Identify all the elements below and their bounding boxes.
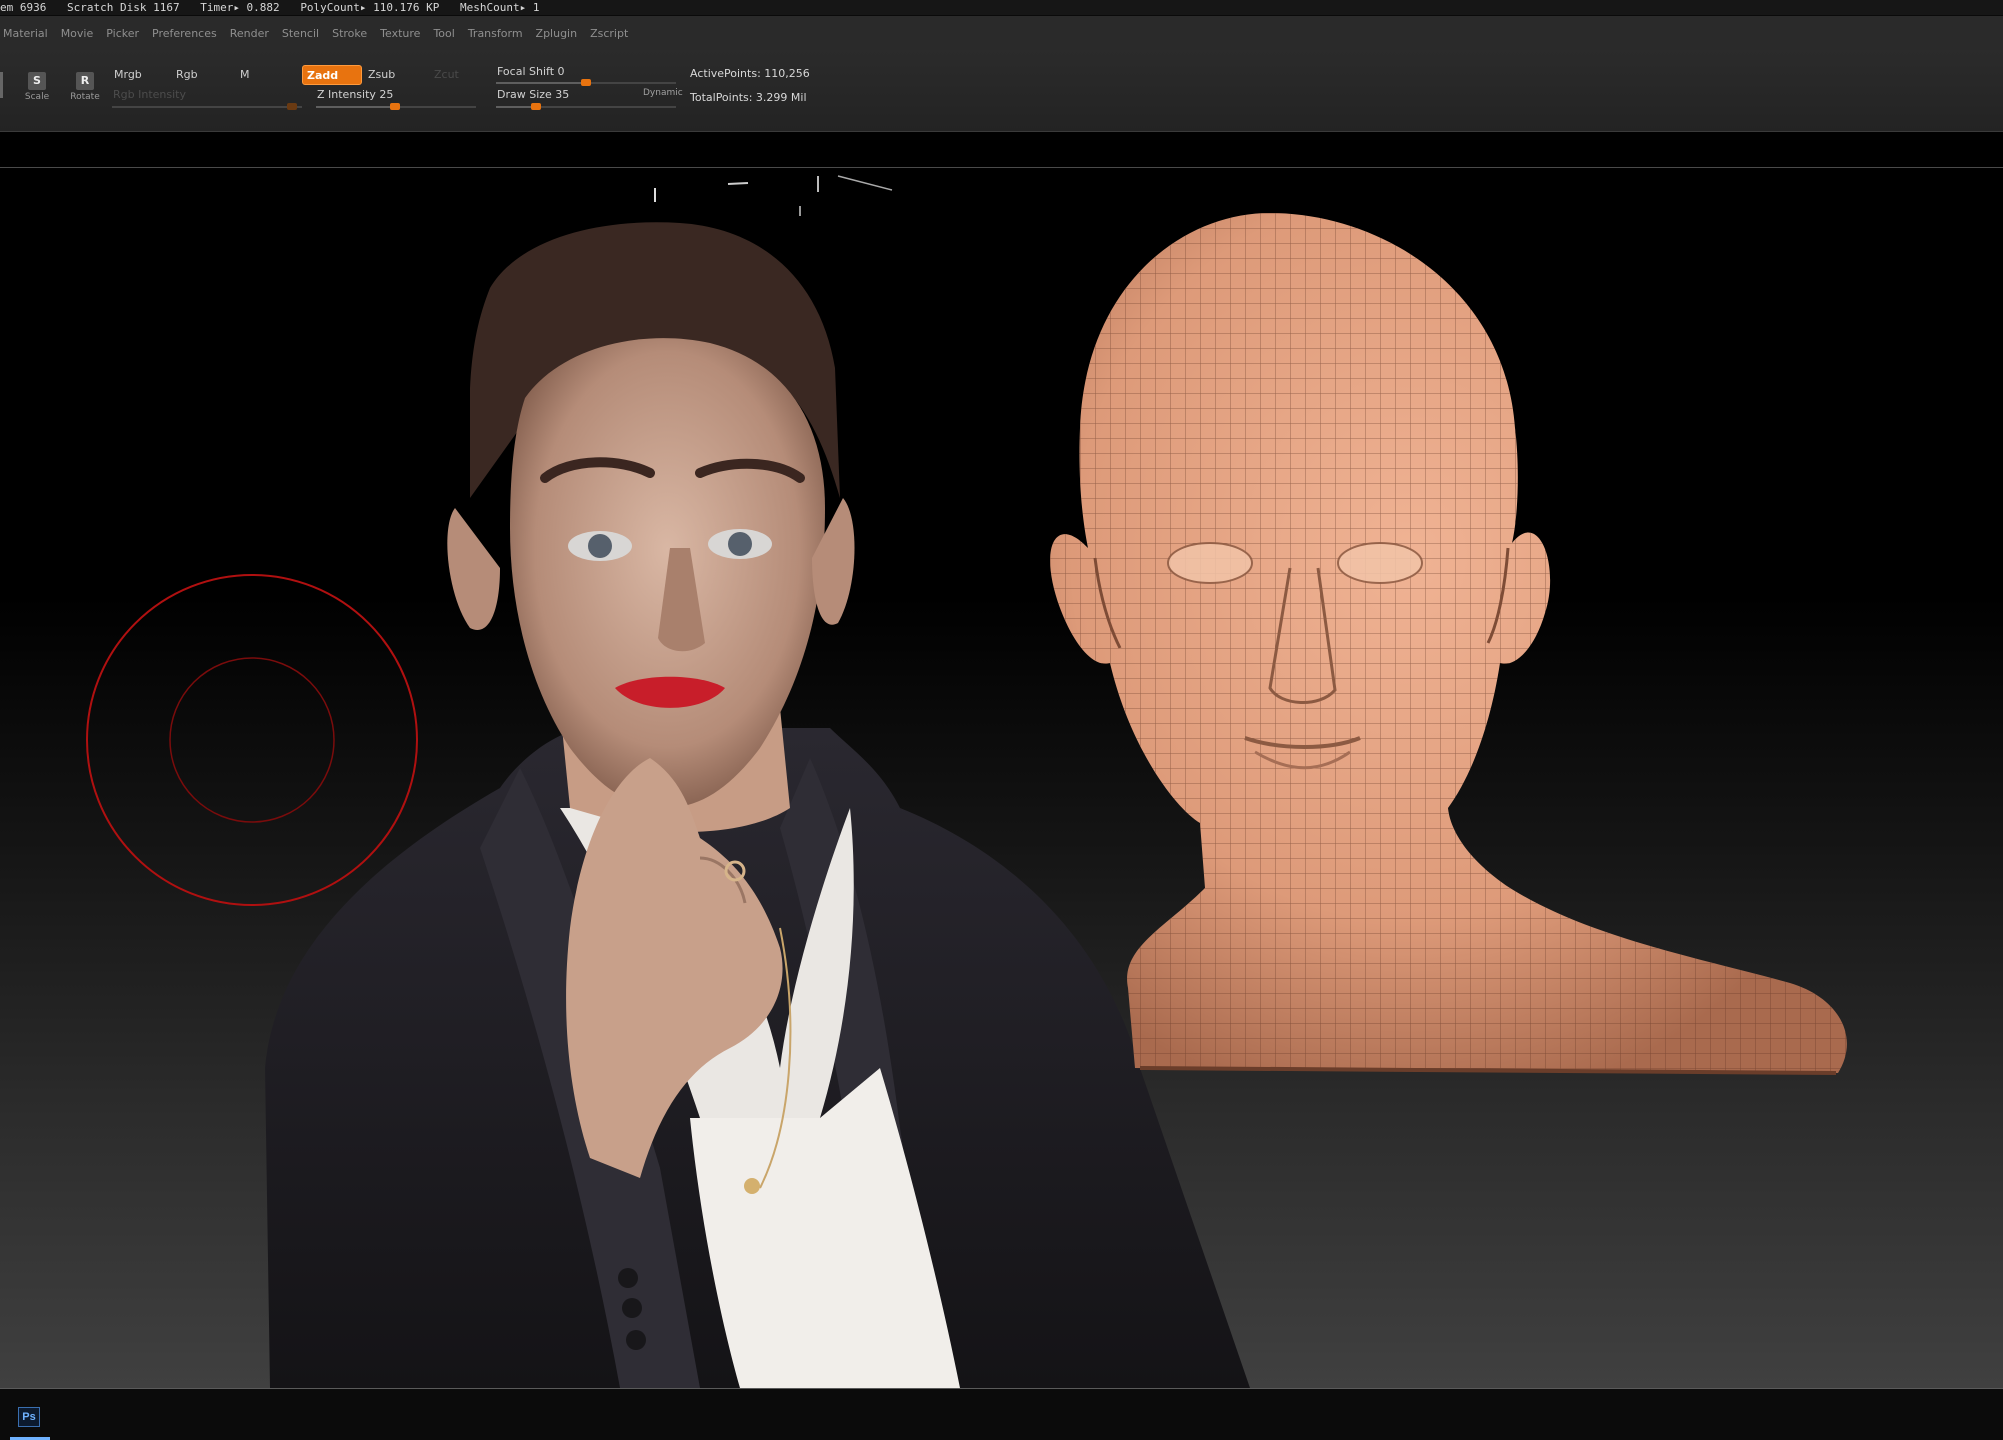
polycount-readout: PolyCount▸ 110.176 KP bbox=[300, 1, 440, 14]
menu-material[interactable]: Material bbox=[3, 27, 48, 40]
tool-shelf: S Scale R Rotate Mrgb Rgb M Zadd Zsub Zc… bbox=[0, 50, 2003, 132]
draw-size-label: Draw Size 35 bbox=[497, 88, 570, 101]
scan-debris bbox=[654, 175, 893, 216]
zsub-button[interactable]: Zsub bbox=[364, 65, 399, 85]
rgb-intensity-slider[interactable] bbox=[112, 103, 302, 110]
z-intensity-label: Z Intensity 25 bbox=[317, 88, 394, 101]
menu-movie[interactable]: Movie bbox=[61, 27, 94, 40]
scratch-disk-readout: Scratch Disk 1167 bbox=[66, 1, 180, 14]
focal-shift-slider[interactable] bbox=[496, 79, 676, 86]
scale-label: Scale bbox=[24, 92, 50, 102]
menu-tool[interactable]: Tool bbox=[433, 27, 454, 40]
draw-size-knob[interactable] bbox=[531, 103, 541, 110]
mrgb-button[interactable]: Mrgb bbox=[110, 65, 146, 85]
scale-icon: S bbox=[28, 72, 46, 90]
zadd-button[interactable]: Zadd bbox=[302, 65, 362, 85]
menu-zscript[interactable]: Zscript bbox=[590, 27, 628, 40]
taskbar: Ps bbox=[0, 1388, 2003, 1440]
menu-stencil[interactable]: Stencil bbox=[282, 27, 319, 40]
menu-bar: Material Movie Picker Preferences Render… bbox=[0, 16, 2003, 50]
focal-shift-fill bbox=[496, 82, 586, 84]
menu-picker[interactable]: Picker bbox=[106, 27, 139, 40]
menu-render[interactable]: Render bbox=[230, 27, 269, 40]
focal-shift-label: Focal Shift 0 bbox=[497, 65, 565, 78]
menu-stroke[interactable]: Stroke bbox=[332, 27, 367, 40]
draw-size-fill bbox=[496, 106, 536, 108]
menu-zplugin[interactable]: Zplugin bbox=[536, 27, 578, 40]
total-points-readout: TotalPoints: 3.299 Mil bbox=[690, 91, 807, 104]
rgb-button[interactable]: Rgb bbox=[172, 65, 202, 85]
z-intensity-slider[interactable] bbox=[316, 103, 476, 110]
active-points-readout: ActivePoints: 110,256 bbox=[690, 67, 810, 80]
rgb-intensity-knob[interactable] bbox=[287, 103, 297, 110]
menu-preferences[interactable]: Preferences bbox=[152, 27, 217, 40]
rotate-icon: R bbox=[76, 72, 94, 90]
scale-button[interactable]: S Scale bbox=[20, 66, 54, 110]
shelf-edge-handle[interactable] bbox=[0, 72, 3, 98]
draw-size-slider[interactable] bbox=[496, 103, 676, 110]
z-intensity-fill bbox=[316, 106, 395, 108]
dynamic-toggle[interactable]: Dynamic bbox=[643, 88, 683, 98]
focal-shift-knob[interactable] bbox=[581, 79, 591, 86]
status-bar: em 6936 Scratch Disk 1167 Timer▸ 0.882 P… bbox=[0, 0, 2003, 16]
menu-texture[interactable]: Texture bbox=[380, 27, 420, 40]
timer-readout: Timer▸ 0.882 bbox=[200, 1, 280, 14]
rotate-label: Rotate bbox=[70, 92, 100, 102]
menu-transform[interactable]: Transform bbox=[468, 27, 523, 40]
rgb-intensity-label: Rgb Intensity bbox=[113, 88, 186, 101]
memory-readout: em 6936 bbox=[0, 1, 47, 14]
viewport-header-strip bbox=[0, 132, 2003, 168]
zcut-button[interactable]: Zcut bbox=[430, 65, 463, 85]
z-intensity-knob[interactable] bbox=[390, 103, 400, 110]
brush-cursor-icon bbox=[86, 574, 418, 906]
scene-render bbox=[86, 175, 1847, 1388]
canvas-viewport[interactable] bbox=[0, 168, 2003, 1388]
meshcount-readout: MeshCount▸ 1 bbox=[460, 1, 540, 14]
photoshop-icon[interactable]: Ps bbox=[18, 1407, 40, 1427]
sculpted-bust-model bbox=[1050, 213, 1847, 1075]
rotate-button[interactable]: R Rotate bbox=[68, 66, 102, 110]
m-button[interactable]: M bbox=[236, 65, 254, 85]
